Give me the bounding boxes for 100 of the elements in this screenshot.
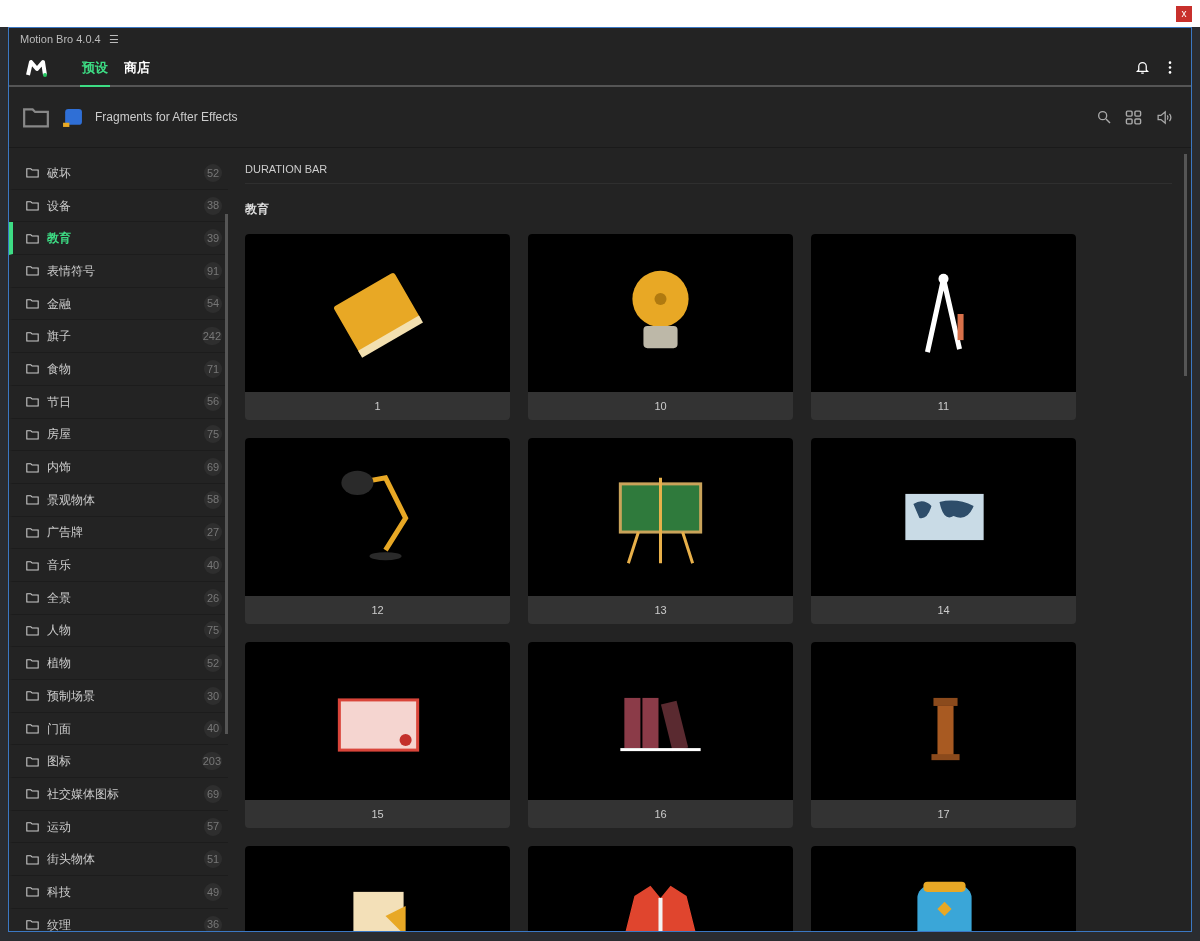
folder-icon bbox=[26, 592, 39, 604]
preset-card[interactable]: 11 bbox=[811, 234, 1076, 420]
sidebar-item[interactable]: 运动 57 bbox=[9, 810, 228, 844]
category-label: 图标 bbox=[47, 753, 72, 771]
folder-icon bbox=[26, 886, 39, 898]
item-count: 75 bbox=[204, 425, 222, 444]
item-count: 51 bbox=[204, 850, 222, 869]
preset-card[interactable]: 12 bbox=[245, 438, 510, 624]
category-label: 金融 bbox=[47, 295, 72, 313]
scrollbar[interactable] bbox=[1184, 154, 1187, 376]
category-label: 房屋 bbox=[47, 426, 72, 444]
sidebar-item[interactable]: 街头物体 51 bbox=[9, 843, 228, 877]
item-count: 36 bbox=[204, 915, 222, 931]
folder-icon bbox=[26, 200, 39, 212]
folder-icon bbox=[26, 298, 39, 310]
bell-icon[interactable] bbox=[1135, 60, 1150, 75]
category-label: 运动 bbox=[47, 818, 72, 836]
preset-label: 1 bbox=[374, 398, 381, 414]
preset-card[interactable]: 16 bbox=[528, 642, 793, 828]
scrollbar[interactable] bbox=[225, 214, 228, 734]
folder-icon bbox=[26, 428, 39, 440]
preset-label: 16 bbox=[654, 806, 667, 822]
speaker-icon[interactable] bbox=[1155, 108, 1174, 126]
item-count: 26 bbox=[204, 588, 222, 607]
item-count: 49 bbox=[204, 882, 222, 901]
preset-card[interactable]: 15 bbox=[245, 642, 510, 828]
preset-card[interactable]: 14 bbox=[811, 438, 1076, 624]
search-icon[interactable] bbox=[1096, 109, 1112, 125]
item-count: 40 bbox=[204, 719, 222, 738]
category-label: 科技 bbox=[47, 883, 72, 901]
folder-icon bbox=[22, 106, 50, 128]
item-count: 69 bbox=[204, 458, 222, 477]
category-label: 旗子 bbox=[47, 328, 72, 346]
logo-icon bbox=[26, 58, 48, 77]
preset-card[interactable]: 1 bbox=[245, 234, 510, 420]
folder-icon bbox=[26, 788, 39, 800]
sidebar-item[interactable]: 设备 38 bbox=[9, 189, 228, 223]
preset-card[interactable]: 17 bbox=[811, 642, 1076, 828]
item-count: 54 bbox=[204, 294, 222, 313]
menu-button[interactable]: ☰ bbox=[108, 30, 119, 48]
item-count: 203 bbox=[201, 752, 222, 771]
folder-icon bbox=[26, 363, 39, 375]
category-label: 节日 bbox=[47, 393, 72, 411]
category-label: 全景 bbox=[47, 589, 72, 607]
item-count: 52 bbox=[204, 163, 222, 182]
folder-icon bbox=[26, 559, 39, 571]
folder-icon bbox=[26, 919, 39, 931]
folder-icon bbox=[26, 657, 39, 669]
preset-card[interactable]: 10 bbox=[528, 234, 793, 420]
folder-icon bbox=[26, 461, 39, 473]
tab[interactable]: 预设 bbox=[80, 50, 110, 87]
category-label: 景观物体 bbox=[47, 491, 96, 509]
item-count: 58 bbox=[204, 490, 222, 509]
category-label: 预制场景 bbox=[47, 687, 96, 705]
grid-icon[interactable] bbox=[1124, 108, 1143, 126]
sidebar-item[interactable]: 社交媒体图标 69 bbox=[9, 778, 228, 811]
category-label: 破坏 bbox=[47, 164, 72, 182]
category-label: 人物 bbox=[47, 622, 72, 640]
item-count: 27 bbox=[204, 523, 222, 542]
item-count: 75 bbox=[204, 621, 222, 640]
more-icon[interactable] bbox=[1168, 61, 1172, 74]
category-label: 广告牌 bbox=[47, 524, 84, 542]
sidebar-item[interactable]: 图标 203 bbox=[9, 745, 228, 779]
preset-card[interactable]: 13 bbox=[528, 438, 793, 624]
folder-icon bbox=[26, 232, 39, 244]
item-count: 56 bbox=[204, 392, 222, 411]
preset-label: 13 bbox=[654, 602, 667, 618]
preset-label: 11 bbox=[937, 398, 950, 414]
folder-icon bbox=[26, 526, 39, 538]
category-label: 教育 bbox=[47, 230, 72, 248]
category-label: 音乐 bbox=[47, 557, 72, 575]
sidebar-item[interactable]: 科技 49 bbox=[9, 876, 228, 909]
item-count: 38 bbox=[204, 196, 222, 215]
sidebar-item[interactable]: 纹理 36 bbox=[9, 908, 228, 931]
folder-icon bbox=[26, 330, 39, 342]
item-count: 242 bbox=[201, 327, 222, 346]
preset-label: 17 bbox=[937, 806, 950, 822]
category-label: 食物 bbox=[47, 360, 72, 378]
item-count: 69 bbox=[204, 784, 222, 803]
folder-icon bbox=[26, 494, 39, 506]
item-count: 39 bbox=[204, 229, 222, 248]
folder-icon bbox=[26, 723, 39, 735]
sidebar-item[interactable]: 破坏 52 bbox=[9, 157, 228, 190]
window-title: Motion Bro 4.0.4 bbox=[20, 31, 101, 47]
item-count: 52 bbox=[204, 654, 222, 673]
folder-icon bbox=[26, 624, 39, 636]
preset-label: 10 bbox=[654, 398, 667, 414]
folder-icon bbox=[26, 853, 39, 865]
section-heading: DURATION BAR bbox=[245, 148, 1172, 184]
folder-icon bbox=[26, 265, 39, 277]
item-count: 71 bbox=[204, 359, 222, 378]
preset-label: 14 bbox=[937, 602, 950, 618]
category-label: 表情符号 bbox=[47, 262, 96, 280]
category-label: 内饰 bbox=[47, 459, 72, 477]
category-label: 门面 bbox=[47, 720, 72, 738]
category-label: 社交媒体图标 bbox=[47, 785, 120, 803]
close-button[interactable]: x bbox=[1176, 5, 1192, 22]
tab[interactable]: 商店 bbox=[122, 50, 152, 87]
item-count: 91 bbox=[204, 261, 222, 280]
category-label: 街头物体 bbox=[47, 851, 96, 869]
